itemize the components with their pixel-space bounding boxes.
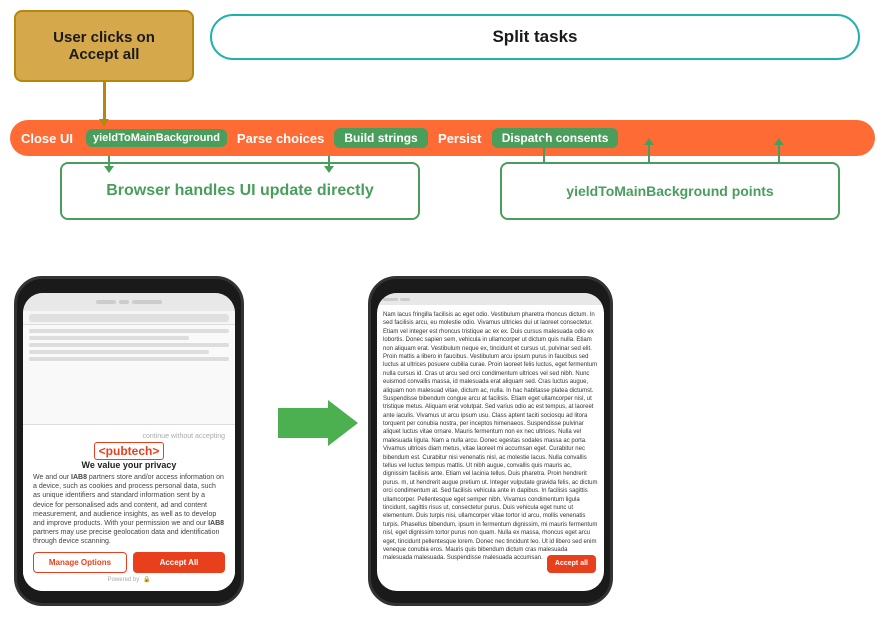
- powered-by: Powered by 🔒: [33, 576, 225, 583]
- diagram-section: User clicks onAccept all Split tasks Clo…: [0, 0, 888, 270]
- phone-1-screen: continue without accepting <pubtech> We …: [23, 293, 235, 591]
- phone-1-status-bar: [23, 293, 235, 311]
- phone-1-notch: [104, 279, 154, 289]
- phone-2-accept-btn[interactable]: Accept all: [547, 555, 596, 573]
- pipeline-close-ui: Close UI: [10, 120, 84, 156]
- pubtech-logo: <pubtech>: [33, 444, 225, 458]
- user-to-pipeline-arrow: [103, 82, 106, 120]
- cmp-body: We and our IAB8 partners store and/or ac…: [33, 473, 225, 546]
- pipeline-parse-choices: Parse choices: [229, 120, 332, 156]
- user-clicks-box: User clicks onAccept all: [14, 10, 194, 82]
- yield-arrow-2: [648, 145, 650, 162]
- cmp-buttons: Manage Options Accept All: [33, 552, 225, 573]
- yield-arrow-3: [778, 145, 780, 162]
- privacy-heading: We value your privacy: [33, 460, 225, 470]
- transition-arrow: [278, 398, 358, 448]
- pipeline-build-strings-badge: Build strings: [334, 128, 427, 148]
- pipeline-dispatch-badge: Dispatch consents: [492, 128, 619, 148]
- accept-all-button[interactable]: Accept All: [133, 552, 225, 573]
- split-tasks-label: Split tasks: [492, 27, 577, 47]
- cmp-dialog: continue without accepting <pubtech> We …: [23, 424, 235, 591]
- phone-2-status-bar: [377, 293, 604, 305]
- split-tasks-pill: Split tasks: [210, 14, 860, 60]
- phone-1-urlbar: [23, 311, 235, 325]
- phone-1-content: continue without accepting <pubtech> We …: [23, 325, 235, 591]
- phone-1: continue without accepting <pubtech> We …: [14, 276, 244, 606]
- yield-points-box: yieldToMainBackground points: [500, 162, 840, 220]
- browser-handles-box: Browser handles UI update directly: [60, 162, 420, 220]
- manage-options-button[interactable]: Manage Options: [33, 552, 127, 573]
- phone-2-notch: [466, 279, 516, 289]
- phone-1-bg-article: [23, 325, 235, 368]
- user-clicks-label: User clicks onAccept all: [53, 29, 155, 63]
- phone-2-article: Nam lacus fringilla facilisis ac eget od…: [377, 305, 604, 591]
- bh-arrow-right: [328, 156, 330, 166]
- pipeline-bar: Close UI yieldToMainBackground Parse cho…: [10, 120, 875, 156]
- cmp-notice: continue without accepting: [33, 433, 225, 440]
- yield-arrow-1: [543, 145, 545, 162]
- phone-2-screen: Nam lacus fringilla facilisis ac eget od…: [377, 293, 604, 591]
- pipeline-yield1-badge: yieldToMainBackground: [86, 129, 227, 147]
- bh-arrow-left: [108, 156, 110, 166]
- pipeline-persist: Persist: [430, 120, 490, 156]
- phone-2: Nam lacus fringilla facilisis ac eget od…: [368, 276, 613, 606]
- phones-section: continue without accepting <pubtech> We …: [0, 268, 888, 619]
